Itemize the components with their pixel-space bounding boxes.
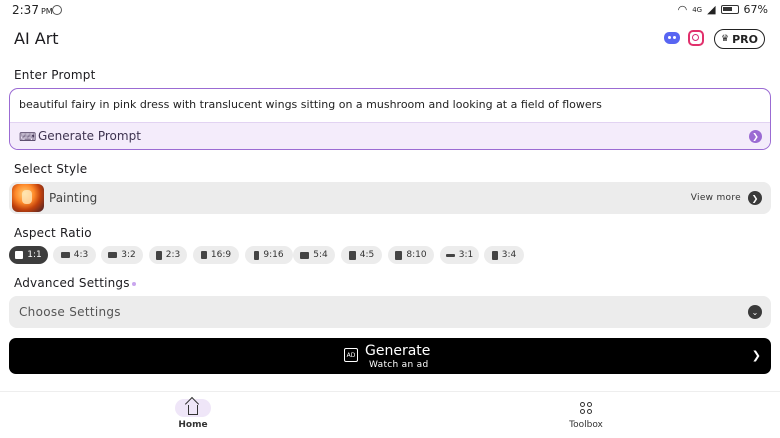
view-more-link[interactable]: View more <box>691 193 741 203</box>
ratio-label: 8:10 <box>406 250 427 260</box>
portrait-icon <box>155 250 162 260</box>
ratio-chip-3-2[interactable]: 3:2 <box>101 246 143 264</box>
ratio-label: 3:2 <box>121 250 136 260</box>
bottom-nav: Home Toolbox <box>0 391 780 438</box>
ratio-chip-16-9[interactable]: 16:9 <box>193 246 239 264</box>
ratio-chip-1-1[interactable]: 1:1 <box>9 246 48 264</box>
ratio-label: 4:3 <box>73 250 89 260</box>
pro-button[interactable]: ♛ PRO <box>714 29 765 49</box>
advanced-section-label: Advanced Settings <box>14 276 130 290</box>
status-bar: 2:37 PM ◠ 4G ◢ 67% <box>0 0 780 22</box>
style-name: Painting <box>49 191 98 205</box>
ratio-chip-8-10[interactable]: 8:10 <box>388 246 434 264</box>
toolbox-icon-wrap <box>568 399 604 417</box>
home-icon <box>188 405 198 415</box>
landscape-icon <box>300 251 310 259</box>
nav-home[interactable]: Home <box>163 399 223 430</box>
nav-toolbox[interactable]: Toolbox <box>556 399 616 430</box>
status-time: 2:37 PM <box>12 3 53 17</box>
sync-icon <box>52 5 62 15</box>
battery-percent: 67% <box>743 3 768 16</box>
ad-clapper-icon: AD <box>344 348 358 362</box>
time-text: 2:37 <box>12 3 39 17</box>
portrait-icon <box>348 250 356 260</box>
ratio-label: 9:16 <box>263 250 284 260</box>
ratio-label: 5:4 <box>313 250 328 260</box>
ratio-chip-9-16[interactable]: 9:16 <box>245 246 293 264</box>
prompt-section-label: Enter Prompt <box>14 68 96 82</box>
wide-icon <box>445 253 455 257</box>
style-section-label: Select Style <box>14 162 88 176</box>
generate-title: Generate <box>365 343 431 359</box>
chevron-down-icon[interactable]: ⌄ <box>748 305 762 319</box>
square-icon <box>15 251 24 259</box>
ratio-chip-2-3[interactable]: 2:3 <box>149 246 187 264</box>
style-selector[interactable]: Painting View more ❯ <box>9 182 771 214</box>
portrait-icon <box>200 251 207 259</box>
ratio-label: 2:3 <box>165 250 181 260</box>
app-title: AI Art <box>14 29 59 48</box>
instagram-icon[interactable] <box>688 30 704 46</box>
discord-icon[interactable] <box>664 32 680 44</box>
ratio-label: 3:1 <box>458 250 474 260</box>
prompt-input[interactable]: beautiful fairy in pink dress with trans… <box>19 98 602 111</box>
generate-prompt-label[interactable]: Generate Prompt <box>38 129 141 143</box>
portrait-icon <box>491 250 498 260</box>
chevron-right-icon: ❯ <box>751 349 761 362</box>
ratio-chip-3-4[interactable]: 3:4 <box>484 246 524 264</box>
landscape-icon <box>108 252 118 258</box>
status-right: ◠ 4G ◢ 67% <box>678 3 768 16</box>
portrait-icon <box>254 250 260 260</box>
prompt-box[interactable]: beautiful fairy in pink dress with trans… <box>9 88 771 150</box>
ratio-chip-4-3[interactable]: 4:3 <box>53 246 96 264</box>
advanced-indicator-dot <box>132 282 136 286</box>
ratio-label: 4:5 <box>359 250 375 260</box>
nav-toolbox-label: Toolbox <box>569 420 603 430</box>
settings-placeholder: Choose Settings <box>19 305 121 319</box>
ratio-chip-5-4[interactable]: 5:4 <box>293 246 335 264</box>
ratio-label: 16:9 <box>210 250 232 260</box>
generate-button[interactable]: AD Generate Watch an ad ❯ <box>9 338 771 374</box>
network-label: 4G <box>692 5 703 14</box>
ratio-label: 1:1 <box>27 250 42 260</box>
portrait-icon <box>395 250 403 260</box>
signal-icon: ◢ <box>707 3 716 16</box>
generate-prompt-icon: ⌨ <box>19 130 37 144</box>
generate-subtitle: Watch an ad <box>369 360 429 370</box>
toolbox-icon <box>580 402 592 414</box>
ampm-text: PM <box>40 7 53 16</box>
nav-home-label: Home <box>178 420 208 430</box>
ratio-label: 3:4 <box>501 250 517 260</box>
pro-label: PRO <box>732 32 758 46</box>
generate-prompt-bar[interactable]: ⌨ Generate Prompt ❯ <box>10 122 770 149</box>
aspect-ratio-section-label: Aspect Ratio <box>14 226 92 240</box>
battery-icon <box>720 5 739 14</box>
home-icon-wrap <box>175 399 211 417</box>
style-thumbnail <box>12 184 44 212</box>
wifi-icon: ◠ <box>677 3 688 16</box>
ratio-chip-4-5[interactable]: 4:5 <box>341 246 382 264</box>
crown-icon: ♛ <box>721 34 730 44</box>
landscape-icon <box>60 252 70 258</box>
generate-prompt-arrow-icon[interactable]: ❯ <box>749 130 762 143</box>
view-more-arrow-icon[interactable]: ❯ <box>748 191 762 205</box>
ratio-chip-3-1[interactable]: 3:1 <box>440 246 479 264</box>
settings-dropdown[interactable]: Choose Settings ⌄ <box>9 296 771 328</box>
